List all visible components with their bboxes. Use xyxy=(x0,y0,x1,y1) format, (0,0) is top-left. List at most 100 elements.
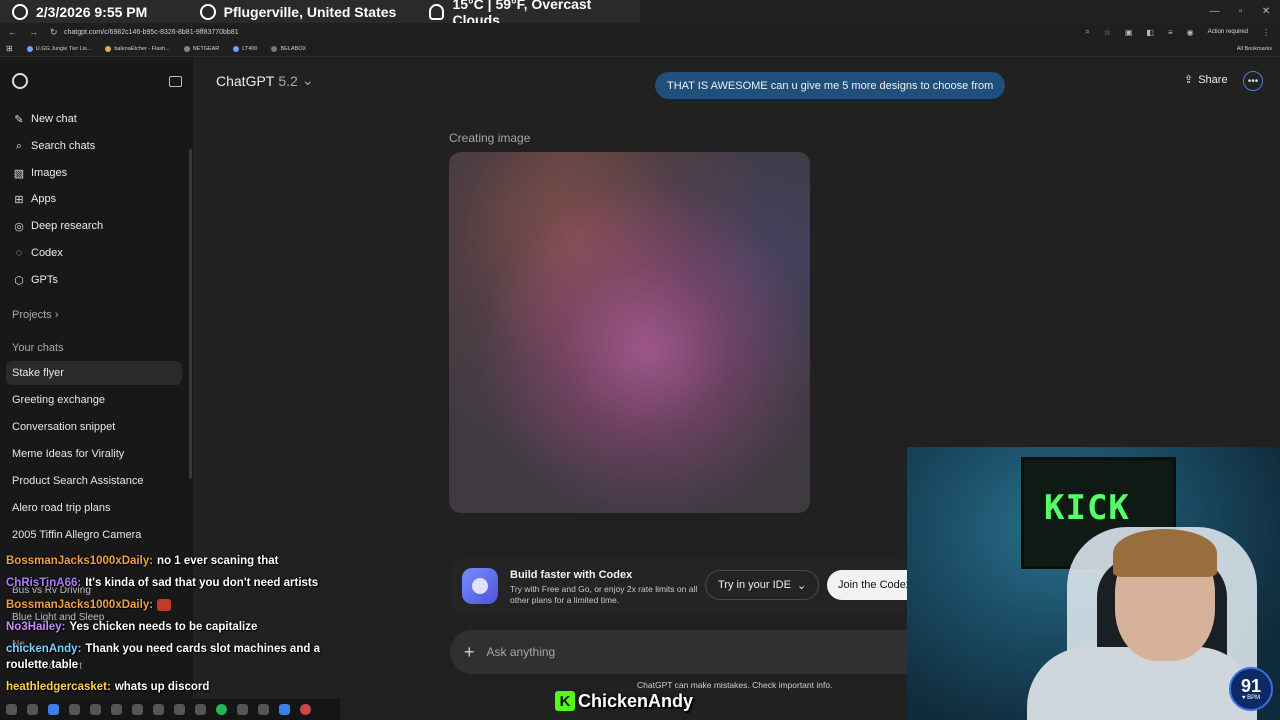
taskbar-app-icon[interactable] xyxy=(153,704,164,715)
stream-info-bar: 2/3/2026 9:55 PM Pflugerville, United St… xyxy=(0,0,640,28)
split-icon[interactable]: ◧ xyxy=(1146,28,1154,37)
star-icon[interactable]: ☆ xyxy=(1104,28,1111,37)
apps-grid-icon[interactable]: ⊞ xyxy=(6,44,13,53)
sidebar-item-apps[interactable]: ⊞ Apps xyxy=(6,187,184,211)
share-icon: ⇪ xyxy=(1184,74,1194,86)
bookmark-icon xyxy=(271,45,278,52)
edit-icon: ✎ xyxy=(14,113,24,126)
sidebar-item-deep-research[interactable]: ◎ Deep research xyxy=(6,214,184,238)
steam-icon[interactable] xyxy=(279,704,290,715)
heart-rate-badge: 91 ♥ BPM xyxy=(1229,667,1273,711)
taskbar-app-icon[interactable] xyxy=(300,704,311,715)
profile-icon[interactable]: ◉ xyxy=(1187,28,1194,37)
taskbar-app-icon[interactable] xyxy=(90,704,101,715)
taskbar-app-icon[interactable] xyxy=(27,704,38,715)
codex-promo-banner: Build faster with Codex Try with Free an… xyxy=(450,558,910,614)
chat-item[interactable]: Greeting exchange xyxy=(6,388,182,412)
chat-item[interactable]: Stake flyer xyxy=(6,361,182,385)
taskbar-app-icon[interactable] xyxy=(132,704,143,715)
join-codex-button[interactable]: Join the Codex xyxy=(827,570,910,600)
reload-icon[interactable]: ↻ xyxy=(50,27,58,38)
bookmark-item[interactable]: balenaEtcher - Flash... xyxy=(105,45,170,52)
sidebar-toggle-icon[interactable] xyxy=(169,75,182,87)
openai-logo-icon[interactable] xyxy=(12,73,28,89)
codex-description: Try with Free and Go, or enjoy 2x rate l… xyxy=(510,584,698,605)
taskbar-app-icon[interactable] xyxy=(174,704,185,715)
chat-message: BossmanJacks1000xDaily: no 1 ever scaning… xyxy=(6,555,279,567)
chat-item[interactable]: Meme Ideas for Virality xyxy=(6,442,182,466)
window-controls: — ▫ ✕ xyxy=(1200,0,1280,22)
action-required[interactable]: Action required xyxy=(1208,29,1248,35)
streamer-handle: K ChickenAndy xyxy=(555,688,693,714)
generating-image-placeholder xyxy=(449,152,810,513)
composer[interactable]: + Ask anything xyxy=(450,630,910,674)
forward-icon[interactable]: → xyxy=(29,27,38,38)
taskbar xyxy=(0,699,340,720)
webcam-feed: KICK 91 ♥ BPM xyxy=(907,447,1280,720)
model-version: 5.2 xyxy=(278,72,298,89)
codex-title: Build faster with Codex xyxy=(510,569,633,581)
apps-icon: ⊞ xyxy=(14,193,24,206)
bookmark-icon xyxy=(26,45,33,52)
emote-icon xyxy=(157,598,172,611)
plus-icon[interactable]: + xyxy=(464,642,475,663)
bookmark-item[interactable]: LT400 xyxy=(233,45,257,52)
compass-icon xyxy=(199,4,216,20)
image-status: Creating image xyxy=(449,131,531,145)
all-bookmarks[interactable]: All Bookmarks xyxy=(1237,46,1280,52)
back-icon[interactable]: ← xyxy=(8,27,17,38)
chat-message: BossmanJacks1000xDaily: xyxy=(6,597,336,613)
share-button[interactable]: ⇪ Share xyxy=(1184,73,1228,87)
screen: 2/3/2026 9:55 PM Pflugerville, United St… xyxy=(0,0,1280,720)
maximize-icon[interactable]: ▫ xyxy=(1239,6,1243,17)
sidebar-item-images[interactable]: ▧ Images xyxy=(6,161,184,185)
browser-menu-icon[interactable]: ⋮ xyxy=(1262,28,1270,37)
bpm-unit: ♥ BPM xyxy=(1241,695,1261,701)
start-icon[interactable] xyxy=(6,704,17,715)
chat-item[interactable]: 2005 Tiffin Allegro Camera xyxy=(6,523,182,547)
sidebar-item-new-chat[interactable]: ✎ New chat xyxy=(6,107,184,131)
sidebar-item-gpts[interactable]: ⬡ GPTs xyxy=(6,268,184,292)
taskbar-app-icon[interactable] xyxy=(111,704,122,715)
zoom-icon[interactable]: ⌕ xyxy=(1085,27,1089,37)
taskbar-app-icon[interactable] xyxy=(258,704,269,715)
taskbar-app-icon[interactable] xyxy=(48,704,59,715)
url-bar[interactable]: chatgpt.com/c/6982c146-b95c-8326-8b81-9f… xyxy=(64,29,1085,36)
spotify-icon[interactable] xyxy=(216,704,227,715)
bookmark-icon xyxy=(105,45,112,52)
chat-item[interactable]: Product Search Assistance xyxy=(6,469,182,493)
taskbar-app-icon[interactable] xyxy=(69,704,80,715)
chat-item[interactable]: Alero road trip plans xyxy=(6,496,182,520)
taskbar-app-icon[interactable] xyxy=(195,704,206,715)
reading-icon[interactable]: ≡ xyxy=(1168,28,1173,37)
extensions-icon[interactable]: ▣ xyxy=(1125,28,1133,37)
projects-heading[interactable]: Projects › xyxy=(12,309,58,321)
bookmark-item[interactable]: BELABOX xyxy=(271,45,306,52)
close-icon[interactable]: ✕ xyxy=(1262,6,1270,17)
bpm-value: 91 xyxy=(1240,676,1262,696)
image-icon: ▧ xyxy=(13,167,25,180)
streamer-hair xyxy=(1113,529,1217,577)
taskbar-app-icon[interactable] xyxy=(237,704,248,715)
sidebar-item-codex[interactable]: ◌ Codex xyxy=(6,241,184,265)
bookmark-item[interactable]: U.GG Jungle Tier Lis... xyxy=(26,45,91,52)
your-chats-heading: Your chats xyxy=(12,342,64,354)
chevron-down-icon: ⌄ xyxy=(301,72,314,88)
sidebar-scrollbar[interactable] xyxy=(189,149,192,479)
model-name: ChatGPT xyxy=(216,72,275,89)
more-options-button[interactable]: ••• xyxy=(1243,71,1263,91)
model-selector[interactable]: ChatGPT 5.2 ⌄ xyxy=(216,72,314,89)
chat-message: No3Hailey: Yes chicken needs to be capita… xyxy=(6,621,258,633)
minimize-icon[interactable]: — xyxy=(1210,6,1220,17)
bookmark-item[interactable]: NETGEAR xyxy=(183,45,219,52)
datetime: 2/3/2026 9:55 PM xyxy=(36,4,148,20)
clock-icon xyxy=(12,4,28,20)
try-in-ide-button[interactable]: Try in your IDE ⌄ xyxy=(705,570,820,600)
chat-item[interactable]: Conversation snippet xyxy=(6,415,182,439)
handle-text: ChickenAndy xyxy=(578,690,694,711)
chevron-down-icon: ⌄ xyxy=(796,579,807,592)
codex-logo-icon xyxy=(462,568,498,604)
codex-icon: ◌ xyxy=(15,247,23,259)
message-input[interactable]: Ask anything xyxy=(487,645,556,659)
sidebar-item-search-chats[interactable]: ⌕ Search chats xyxy=(6,134,184,158)
